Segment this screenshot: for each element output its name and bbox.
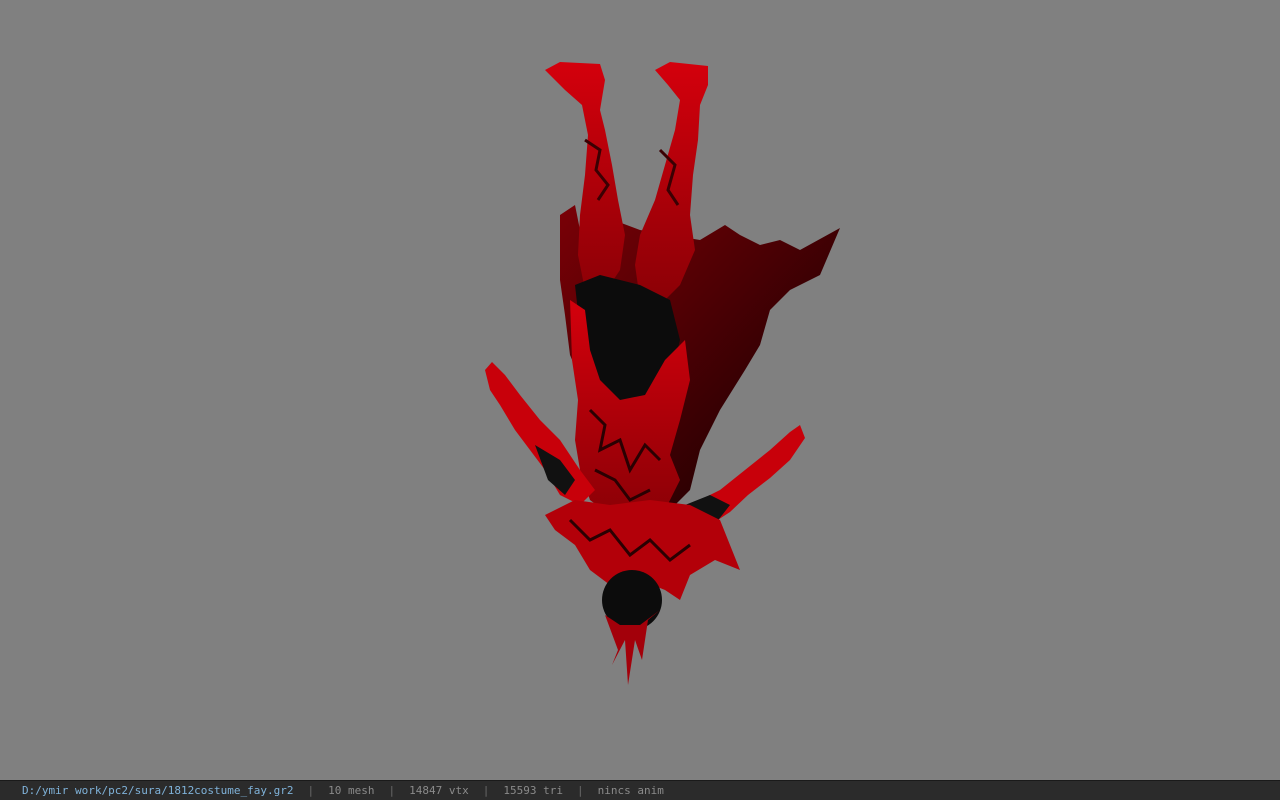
separator: |	[576, 784, 584, 797]
mesh-count: 10 mesh	[328, 784, 375, 797]
3d-viewport[interactable]	[0, 0, 1280, 780]
character-model[interactable]	[0, 0, 1280, 780]
separator: |	[307, 784, 315, 797]
triangle-count: 15593 tri	[503, 784, 563, 797]
file-path: D:/ymir work/pc2/sura/1812costume_fay.gr…	[22, 784, 294, 797]
status-bar: D:/ymir work/pc2/sura/1812costume_fay.gr…	[0, 780, 1280, 800]
separator: |	[388, 784, 396, 797]
animation-status: nincs anim	[597, 784, 664, 797]
left-leg	[545, 62, 625, 300]
vertex-count: 14847 vtx	[409, 784, 469, 797]
separator: |	[482, 784, 490, 797]
